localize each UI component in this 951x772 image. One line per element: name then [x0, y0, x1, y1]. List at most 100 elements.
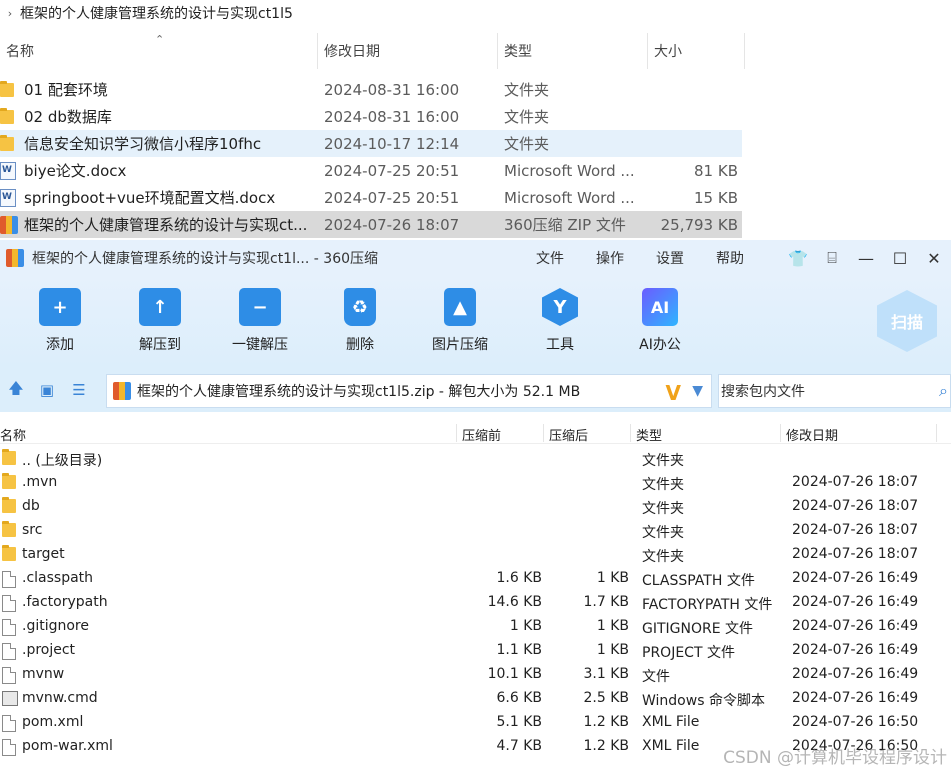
size-after: 1.7 KB	[583, 594, 630, 610]
thumbnail-view-icon[interactable]: ▣	[32, 368, 62, 412]
file-name: .classpath	[22, 570, 94, 586]
archive-path[interactable]: 框架的个人健康管理系统的设计与实现ct1l5.zip - 解包大小为 52.1 …	[106, 374, 712, 408]
size-before: 1.6 KB	[496, 570, 543, 586]
file-type: XML File	[642, 714, 700, 730]
search-icon[interactable]: ⌕	[939, 381, 948, 401]
table-row[interactable]: .classpath 1.6 KB 1 KB CLASSPATH 文件 2024-07-…	[0, 567, 951, 591]
feedback-icon[interactable]: ⌸	[815, 240, 849, 276]
table-row[interactable]: src 文件夹 2024-07-26 18:07	[0, 519, 951, 543]
size-before: 14.6 KB	[487, 594, 542, 610]
column-header-modified[interactable]: 修改日期	[318, 33, 498, 69]
tools-button[interactable]: Y 工具	[520, 288, 600, 354]
list-item[interactable]: 02 db数据库 2024-08-31 16:00 文件夹	[0, 103, 745, 130]
delete-button[interactable]: ♻ 删除	[320, 288, 400, 354]
list-view-icon[interactable]: ☰	[62, 368, 96, 412]
search-input[interactable]: 搜索包内文件 ⌕	[718, 374, 951, 408]
file-type: CLASSPATH 文件	[642, 573, 755, 589]
column-divider[interactable]	[543, 424, 544, 442]
image-compress-button[interactable]: ▲ 图片压缩	[420, 288, 500, 354]
file-type: PROJECT 文件	[642, 645, 735, 661]
table-row[interactable]: .gitignore 1 KB 1 KB GITIGNORE 文件 2024-07-26…	[0, 615, 951, 639]
window-title: 框架的个人健康管理系统的设计与实现ct1l... - 360压缩	[32, 251, 379, 267]
list-item[interactable]: 01 配套环境 2024-08-31 16:00 文件夹	[0, 76, 745, 103]
size-after: 1 KB	[596, 618, 629, 634]
file-date: 2024-07-26 16:49	[792, 594, 919, 610]
script-file-icon	[2, 691, 18, 710]
file-name: .project	[22, 642, 76, 658]
file-name: db	[22, 498, 40, 514]
column-divider[interactable]	[630, 424, 631, 442]
address-bar: 🡅 ▣ ☰ 框架的个人健康管理系统的设计与实现ct1l5.zip - 解包大小为…	[0, 368, 951, 412]
minimize-icon[interactable]: —	[849, 240, 883, 276]
list-item[interactable]: springboot+vue环境配置文档.docx 2024-07-25 20:…	[0, 184, 745, 211]
skin-shirt-icon[interactable]: 👕	[781, 240, 815, 276]
extract-to-button[interactable]: ↑ 解压到	[120, 288, 200, 354]
delete-icon: ♻	[344, 288, 376, 326]
column-header-name[interactable]: 名称 ⌃	[0, 33, 318, 69]
file-date: 2024-07-26 16:49	[792, 618, 919, 634]
size-after: 1 KB	[596, 642, 629, 658]
list-item-selected[interactable]: 框架的个人健康管理系统的设计与实现ct... 2024-07-26 18:07 …	[0, 211, 742, 238]
menu-help[interactable]: 帮助	[700, 248, 760, 268]
column-header-compressed[interactable]: 压缩前	[462, 425, 501, 444]
column-divider[interactable]	[780, 424, 781, 442]
file-type: 文件夹	[642, 453, 684, 469]
one-click-extract-button[interactable]: − 一键解压	[220, 288, 300, 354]
explorer-file-list: 01 配套环境 2024-08-31 16:00 文件夹 02 db数据库 20…	[0, 76, 745, 238]
folder-icon	[0, 134, 24, 153]
table-row[interactable]: db 文件夹 2024-07-26 18:07	[0, 495, 951, 519]
table-row[interactable]: .mvn 文件夹 2024-07-26 18:07	[0, 471, 951, 495]
explorer-column-headers: 名称 ⌃ 修改日期 类型 大小	[0, 33, 745, 69]
scan-button[interactable]: 扫描	[877, 290, 937, 352]
file-type: 文件夹	[642, 477, 684, 493]
breadcrumb-folder[interactable]: 框架的个人健康管理系统的设计与实现ct1l5	[20, 3, 293, 23]
column-divider[interactable]	[456, 424, 457, 442]
v-logo-icon[interactable]: V	[666, 381, 681, 405]
column-header-after[interactable]: 压缩后	[549, 425, 588, 444]
file-type: Windows 命令脚本	[642, 693, 765, 709]
column-header-type[interactable]: 类型	[498, 33, 648, 69]
size-before: 10.1 KB	[487, 666, 542, 682]
file-date: 2024-07-26 16:49	[792, 570, 919, 586]
size-after: 1 KB	[596, 570, 629, 586]
file-icon	[2, 715, 16, 736]
table-row[interactable]: .project 1.1 KB 1 KB PROJECT 文件 2024-07-26 1…	[0, 639, 951, 663]
menu-operate[interactable]: 操作	[580, 248, 640, 268]
chevron-down-icon[interactable]: ▼	[692, 383, 703, 399]
menu-settings[interactable]: 设置	[640, 248, 700, 268]
maximize-icon[interactable]: ☐	[883, 240, 917, 276]
list-item-hovered[interactable]: 信息安全知识学习微信小程序10fhc 2024-10-17 12:14 文件夹	[0, 130, 742, 157]
table-row[interactable]: .factorypath 14.6 KB 1.7 KB FACTORYPATH 文件 2…	[0, 591, 951, 615]
size-before: 6.6 KB	[496, 690, 543, 706]
file-type: FACTORYPATH 文件	[642, 597, 773, 613]
table-row[interactable]: .. (上级目录) 文件夹	[0, 447, 951, 471]
file-name: .. (上级目录)	[22, 453, 103, 469]
column-header-type[interactable]: 类型	[636, 425, 662, 444]
file-icon	[2, 619, 16, 640]
file-icon	[2, 643, 16, 664]
table-row[interactable]: pom.xml 5.1 KB 1.2 KB XML File 2024-07-26 16…	[0, 711, 951, 735]
column-divider[interactable]	[936, 424, 937, 442]
up-directory-icon[interactable]: 🡅	[0, 368, 32, 412]
file-date: 2024-07-26 18:07	[792, 522, 919, 538]
extract-to-icon: ↑	[139, 288, 181, 326]
menu-file[interactable]: 文件	[520, 248, 580, 268]
zip-icon	[113, 382, 131, 400]
chevron-right-icon[interactable]: ›	[0, 7, 20, 20]
close-icon[interactable]: ✕	[917, 240, 951, 276]
table-row[interactable]: mvnw.cmd 6.6 KB 2.5 KB Windows 命令脚本 2024-07-…	[0, 687, 951, 711]
watermark: CSDN @计算机毕设程序设计	[723, 748, 947, 768]
ai-office-button[interactable]: AI AI办公	[620, 288, 700, 354]
list-item[interactable]: biye论文.docx 2024-07-25 20:51 Microsoft W…	[0, 157, 745, 184]
column-header-date[interactable]: 修改日期	[786, 425, 838, 444]
table-row[interactable]: mvnw 10.1 KB 3.1 KB 文件 2024-07-26 16:49	[0, 663, 951, 687]
add-button[interactable]: + 添加	[20, 288, 100, 354]
file-date: 2024-07-26 18:07	[792, 546, 919, 562]
ai-office-icon: AI	[642, 288, 678, 326]
table-row[interactable]: target 文件夹 2024-07-26 18:07	[0, 543, 951, 567]
column-header-size[interactable]: 大小	[648, 33, 745, 69]
breadcrumb[interactable]: › 框架的个人健康管理系统的设计与实现ct1l5	[0, 0, 951, 26]
column-header-name[interactable]: 名称	[0, 425, 26, 444]
file-date: 2024-07-26 16:49	[792, 690, 919, 706]
title-bar[interactable]: 框架的个人健康管理系统的设计与实现ct1l... - 360压缩 文件 操作 设…	[0, 240, 951, 276]
